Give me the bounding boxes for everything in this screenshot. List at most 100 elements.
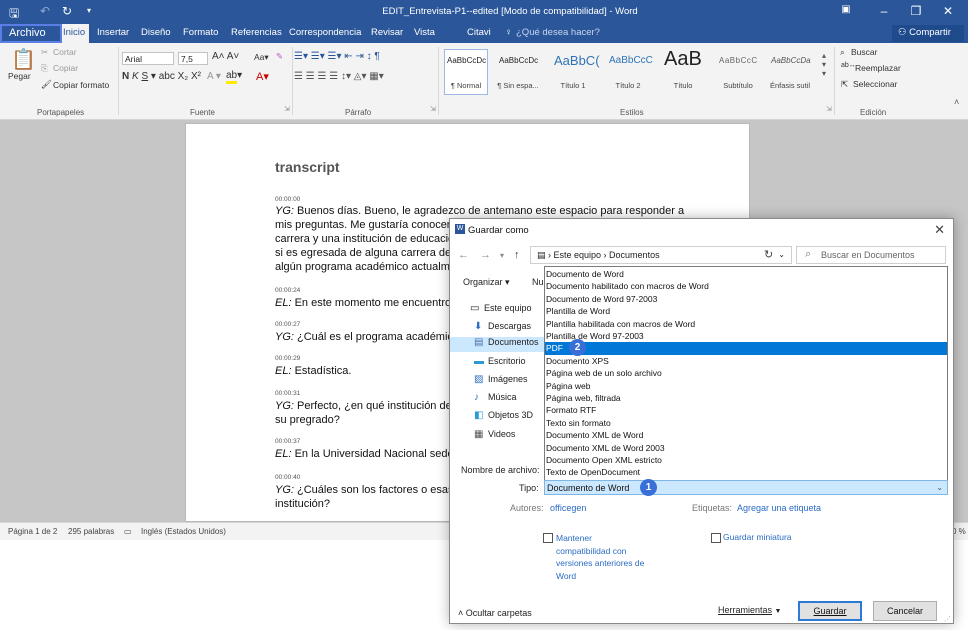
- nav-item-desktop[interactable]: ▬ Escritorio: [450, 356, 545, 371]
- proofing-icon[interactable]: ▭: [124, 527, 132, 536]
- file-type-option[interactable]: Documento Open XML estricto: [545, 454, 947, 466]
- share-button[interactable]: ⚇ Compartir: [892, 25, 964, 42]
- file-type-option[interactable]: Documento de Word 97-2003: [545, 293, 947, 305]
- style-subtle-emphasis[interactable]: AaBbCcDa Énfasis sutil: [768, 49, 812, 95]
- authors-field[interactable]: officegen: [550, 503, 586, 513]
- select-button[interactable]: Seleccionar: [853, 79, 897, 89]
- tab-insertar[interactable]: Insertar: [97, 27, 129, 38]
- tab-correspondencia[interactable]: Correspondencia: [289, 27, 361, 38]
- list-icons[interactable]: ☰▾ ☰▾ ☰▾ ⇤ ⇥ ↕ ¶: [294, 51, 380, 62]
- file-type-option[interactable]: Página web, filtrada: [545, 392, 947, 404]
- font-name-combo[interactable]: Arial: [122, 52, 174, 65]
- new-folder-button[interactable]: Nu: [532, 277, 544, 287]
- tab-vista[interactable]: Vista: [414, 27, 435, 38]
- file-type-option[interactable]: Documento XML de Word 2003: [545, 442, 947, 454]
- file-type-dropdown[interactable]: Documento de Word Documento habilitado c…: [544, 266, 948, 481]
- change-case-icon[interactable]: Aa▾: [254, 52, 269, 63]
- keep-compat-checkbox[interactable]: [543, 533, 553, 543]
- font-size-combo[interactable]: 7,5: [178, 52, 208, 65]
- nav-item-downloads[interactable]: ⬇ Descargas: [450, 321, 545, 336]
- resize-grip-icon[interactable]: ⋰: [944, 615, 951, 623]
- paste-icon[interactable]: 📋: [11, 47, 36, 72]
- file-type-option-pdf[interactable]: PDF: [545, 342, 947, 355]
- file-type-option[interactable]: Texto sin formato: [545, 417, 947, 429]
- word-count[interactable]: 295 palabras: [68, 527, 114, 536]
- minimize-icon[interactable]: –: [874, 4, 894, 18]
- tab-referencias[interactable]: Referencias: [231, 27, 282, 38]
- file-type-option[interactable]: Documento de Word: [545, 268, 947, 280]
- back-icon[interactable]: ←: [458, 249, 469, 261]
- style-heading-1[interactable]: AaBbC( Título 1: [551, 49, 600, 95]
- nav-item-videos[interactable]: ▦ Videos: [450, 429, 545, 444]
- nav-item-3d-objects[interactable]: ◧ Objetos 3D: [450, 410, 545, 425]
- nav-item-this-pc[interactable]: ▭ Este equipo: [450, 303, 545, 318]
- paste-button[interactable]: Pegar: [8, 71, 31, 81]
- font-color-icon[interactable]: A▾: [256, 70, 269, 83]
- hide-folders-button[interactable]: ˄ Ocultar carpetas: [458, 608, 532, 618]
- recent-locations-icon[interactable]: ▾: [500, 251, 504, 260]
- styles-scroll-icon[interactable]: ▴ ▾ ▾: [822, 51, 826, 78]
- tab-revisar[interactable]: Revisar: [371, 27, 403, 38]
- style-subtitle[interactable]: AaBbCcC Subtítulo: [716, 49, 760, 95]
- file-type-option[interactable]: Plantilla habilitada con macros de Word: [545, 318, 947, 330]
- file-type-option[interactable]: Plantilla de Word: [545, 305, 947, 317]
- file-type-option[interactable]: Plantilla de Word 97-2003: [545, 330, 947, 342]
- customize-qat-icon[interactable]: ▾: [87, 6, 91, 15]
- file-type-select[interactable]: Documento de Word ⌄: [544, 480, 948, 495]
- cancel-button[interactable]: Cancelar: [873, 601, 937, 621]
- file-type-option[interactable]: Página web de un solo archivo: [545, 367, 947, 379]
- file-type-option[interactable]: Página web: [545, 380, 947, 392]
- chevron-down-icon[interactable]: ⌄: [778, 250, 785, 259]
- collapse-ribbon-icon[interactable]: ˄: [954, 97, 959, 107]
- tab-inicio[interactable]: Inicio: [62, 24, 89, 43]
- format-painter-button[interactable]: Copiar formato: [53, 80, 109, 90]
- organize-button[interactable]: Organizar ▾: [463, 277, 510, 288]
- tab-formato[interactable]: Formato: [183, 27, 218, 38]
- keep-compat-label[interactable]: Mantener compatibilidad con versiones an…: [556, 532, 646, 582]
- paragraph-dialog-launcher-icon[interactable]: ⇲: [430, 105, 436, 113]
- save-thumbnail-checkbox[interactable]: [711, 533, 721, 543]
- tags-field[interactable]: Agregar una etiqueta: [737, 503, 821, 513]
- styles-dialog-launcher-icon[interactable]: ⇲: [826, 105, 832, 113]
- tell-me-box[interactable]: ¿Qué desea hacer?: [516, 27, 600, 38]
- replace-button[interactable]: Reemplazar: [855, 63, 901, 73]
- tab-citavi[interactable]: Citavi: [467, 27, 491, 38]
- cut-button[interactable]: Cortar: [53, 47, 77, 57]
- find-button[interactable]: Buscar: [851, 47, 877, 57]
- nav-item-documents[interactable]: ▤ Documentos: [450, 337, 545, 352]
- close-icon[interactable]: ✕: [934, 222, 945, 238]
- zoom-level[interactable]: 0 %: [952, 527, 966, 536]
- up-icon[interactable]: ↑: [514, 249, 520, 261]
- copy-button[interactable]: Copiar: [53, 63, 78, 73]
- highlight-icon[interactable]: ab▾: [226, 70, 242, 84]
- undo-icon[interactable]: ↶: [40, 4, 50, 18]
- file-type-option[interactable]: Documento habilitado con macros de Word: [545, 280, 947, 292]
- nav-item-pictures[interactable]: ▨ Imágenes: [450, 374, 545, 389]
- restore-icon[interactable]: ❐: [906, 4, 926, 18]
- save-button[interactable]: Guardar: [798, 601, 862, 621]
- address-bar[interactable]: ▤ › Este equipo › Documentos ⌄: [530, 246, 792, 264]
- file-type-option[interactable]: Documento XML de Word: [545, 429, 947, 441]
- font-dialog-launcher-icon[interactable]: ⇲: [284, 105, 290, 113]
- redo-icon[interactable]: ↻: [62, 4, 72, 18]
- page-count[interactable]: Página 1 de 2: [8, 527, 57, 536]
- file-type-option[interactable]: Documento XPS: [545, 355, 947, 367]
- cut-icon[interactable]: ✂: [41, 47, 48, 58]
- style-no-spacing[interactable]: AaBbCcDc ¶ Sin espa...: [496, 49, 540, 95]
- close-icon[interactable]: ✕: [938, 4, 958, 18]
- style-heading-2[interactable]: AaBbCcC Título 2: [606, 49, 653, 95]
- align-icons[interactable]: ☰ ☰ ☰ ☰ ↕▾ ◬▾ ▦▾: [294, 71, 384, 82]
- tab-diseno[interactable]: Diseño: [141, 27, 171, 38]
- text-effects-icon[interactable]: A ▾: [207, 71, 221, 82]
- save-icon[interactable]: 🖫: [9, 4, 19, 25]
- file-type-option[interactable]: Formato RTF: [545, 404, 947, 416]
- save-thumbnail-label[interactable]: Guardar miniatura: [723, 532, 792, 542]
- tools-button[interactable]: Herramientas ▼: [718, 605, 781, 615]
- style-title[interactable]: AaB Título: [661, 48, 705, 95]
- forward-icon[interactable]: →: [480, 249, 491, 261]
- nav-item-music[interactable]: ♪ Música: [450, 392, 545, 407]
- grow-font-icon[interactable]: A˄ A˅: [212, 51, 239, 62]
- font-format-icons[interactable]: N K S ▾ abc X₂ X²: [122, 71, 201, 82]
- search-input[interactable]: ⌕ Buscar en Documentos: [796, 246, 946, 264]
- clear-format-icon[interactable]: ✎: [276, 51, 283, 62]
